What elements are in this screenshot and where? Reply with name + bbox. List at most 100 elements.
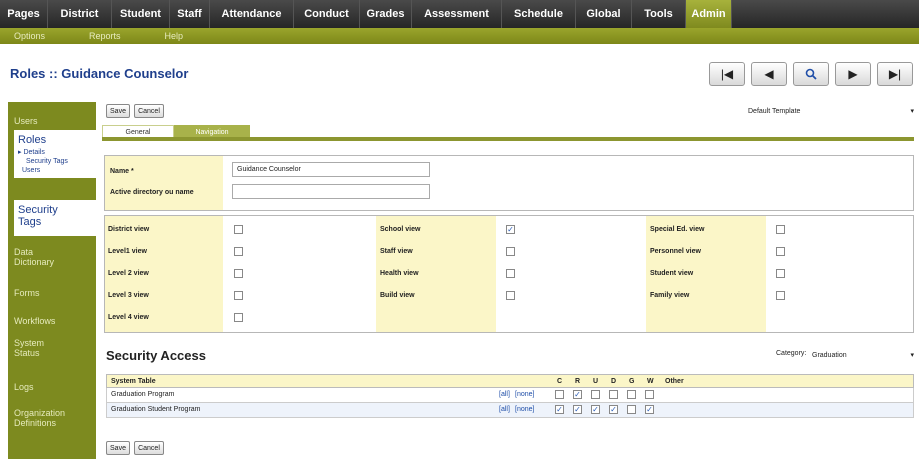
view-label: Student view bbox=[650, 270, 694, 277]
permission-checkbox[interactable] bbox=[627, 390, 636, 399]
first-record-button[interactable]: |◀ bbox=[709, 62, 745, 86]
sidebar-sub-security-tags[interactable]: Security Tags bbox=[26, 158, 92, 165]
view-label: Staff view bbox=[380, 248, 413, 255]
header-u: U bbox=[593, 378, 599, 385]
sidebar: Users Roles ▸ Details Security Tags User… bbox=[8, 102, 96, 459]
record-nav: |◀ ◀ ▶ ▶| bbox=[709, 62, 913, 86]
prev-record-button[interactable]: ◀ bbox=[751, 62, 787, 86]
sidebar-item-system-status[interactable]: System Status bbox=[8, 338, 96, 358]
nav-tab-conduct[interactable]: Conduct bbox=[294, 0, 360, 28]
name-label: Name * bbox=[110, 167, 134, 175]
next-record-button[interactable]: ▶ bbox=[835, 62, 871, 86]
sidebar-definitions-label: Definitions bbox=[14, 418, 57, 428]
permission-checkbox[interactable] bbox=[591, 390, 600, 399]
nav-tab-global[interactable]: Global bbox=[576, 0, 632, 28]
sidebar-organization-label: Organization bbox=[14, 408, 66, 418]
search-button[interactable] bbox=[793, 62, 829, 86]
subnav-help[interactable]: Help bbox=[165, 31, 184, 41]
save-button[interactable]: Save bbox=[106, 104, 130, 118]
cancel-button-bottom[interactable]: Cancel bbox=[134, 441, 164, 455]
chevron-down-icon: ▾ bbox=[910, 352, 914, 359]
category-select[interactable]: Graduation ▾ bbox=[812, 349, 914, 361]
template-select[interactable]: Default Template ▾ bbox=[748, 104, 914, 118]
permission-checkbox[interactable] bbox=[645, 390, 654, 399]
nav-tab-grades[interactable]: Grades bbox=[360, 0, 412, 28]
permission-checkbox[interactable]: ✓ bbox=[573, 405, 582, 414]
nav-tab-pages[interactable]: Pages bbox=[0, 0, 48, 28]
select-all-link[interactable]: [all] bbox=[499, 406, 510, 413]
title-bar: Roles :: Guidance Counselor |◀ ◀ ▶ ▶| bbox=[0, 44, 919, 102]
nav-tab-admin[interactable]: Admin bbox=[686, 0, 732, 28]
subnav-options[interactable]: Options bbox=[14, 31, 45, 41]
view-label: Level 4 view bbox=[108, 314, 149, 321]
name-field[interactable]: Guidance Counselor bbox=[232, 162, 430, 177]
nav-tab-district[interactable]: District bbox=[48, 0, 112, 28]
select-none-link[interactable]: [none] bbox=[515, 406, 534, 413]
permission-checkbox[interactable]: ✓ bbox=[555, 405, 564, 414]
row-name: Graduation Student Program bbox=[111, 406, 201, 413]
cancel-button[interactable]: Cancel bbox=[134, 104, 164, 118]
view-checkbox[interactable] bbox=[506, 269, 515, 278]
view-checkbox[interactable] bbox=[234, 225, 243, 234]
header-other: Other bbox=[665, 378, 684, 385]
category-value: Graduation bbox=[812, 351, 847, 359]
save-button-bottom[interactable]: Save bbox=[106, 441, 130, 455]
sidebar-system-label: System bbox=[14, 338, 45, 348]
sidebar-item-org-definitions[interactable]: Organization Definitions bbox=[8, 408, 96, 428]
nav-tab-staff[interactable]: Staff bbox=[170, 0, 210, 28]
view-checkbox[interactable] bbox=[506, 291, 515, 300]
next-icon: ▶ bbox=[848, 67, 858, 81]
sidebar-sub-details[interactable]: ▸ Details bbox=[18, 148, 92, 156]
view-checkbox[interactable] bbox=[776, 225, 785, 234]
sidebar-sub-users[interactable]: Users bbox=[22, 167, 92, 174]
sidebar-item-workflows[interactable]: Workflows bbox=[8, 316, 96, 326]
view-checkbox[interactable] bbox=[776, 291, 785, 300]
sidebar-item-roles[interactable]: Roles ▸ Details Security Tags Users bbox=[14, 130, 96, 178]
view-label: Health view bbox=[380, 270, 419, 277]
nav-tab-assessment[interactable]: Assessment bbox=[412, 0, 502, 28]
sidebar-item-forms[interactable]: Forms bbox=[8, 288, 96, 298]
sidebar-item-users[interactable]: Users bbox=[8, 116, 96, 126]
view-label: Personnel view bbox=[650, 248, 701, 255]
permission-checkbox[interactable] bbox=[627, 405, 636, 414]
view-checkbox[interactable] bbox=[234, 291, 243, 300]
nav-tab-student[interactable]: Student bbox=[112, 0, 170, 28]
view-checkbox[interactable] bbox=[506, 247, 515, 256]
tab-divider bbox=[102, 137, 914, 141]
sidebar-item-security-tags[interactable]: Security Tags bbox=[14, 200, 96, 236]
nav-tab-attendance[interactable]: Attendance bbox=[210, 0, 294, 28]
view-label: Family view bbox=[650, 292, 690, 299]
view-checkbox[interactable] bbox=[234, 313, 243, 322]
select-none-link[interactable]: [none] bbox=[515, 391, 534, 398]
header-c: C bbox=[557, 378, 563, 385]
view-checkbox[interactable] bbox=[234, 247, 243, 256]
permission-checkbox[interactable] bbox=[555, 390, 564, 399]
header-system-table: System Table bbox=[111, 378, 156, 385]
ad-label: Active directory ou name bbox=[110, 188, 194, 196]
sidebar-item-data-dictionary[interactable]: Data Dictionary bbox=[8, 247, 96, 267]
view-label: Level 2 view bbox=[108, 270, 149, 277]
sidebar-tags-label: Tags bbox=[18, 216, 42, 228]
ad-field[interactable] bbox=[232, 184, 430, 199]
row-name: Graduation Program bbox=[111, 391, 175, 398]
permission-checkbox[interactable]: ✓ bbox=[591, 405, 600, 414]
permission-checkbox[interactable]: ✓ bbox=[573, 390, 582, 399]
sidebar-security-label: Security bbox=[18, 204, 58, 216]
last-record-button[interactable]: ▶| bbox=[877, 62, 913, 86]
nav-tab-schedule[interactable]: Schedule bbox=[502, 0, 576, 28]
nav-tab-tools[interactable]: Tools bbox=[632, 0, 686, 28]
view-checkbox[interactable] bbox=[234, 269, 243, 278]
view-checkbox[interactable]: ✓ bbox=[506, 225, 515, 234]
view-checkbox[interactable] bbox=[776, 247, 785, 256]
view-label: Level 3 view bbox=[108, 292, 149, 299]
view-checkbox[interactable] bbox=[776, 269, 785, 278]
name-panel bbox=[104, 155, 914, 211]
subnav-reports[interactable]: Reports bbox=[89, 31, 121, 41]
view-label: Build view bbox=[380, 292, 415, 299]
last-icon: ▶| bbox=[888, 67, 902, 81]
permission-checkbox[interactable]: ✓ bbox=[609, 405, 618, 414]
select-all-link[interactable]: [all] bbox=[499, 391, 510, 398]
sidebar-item-logs[interactable]: Logs bbox=[8, 382, 96, 392]
permission-checkbox[interactable] bbox=[609, 390, 618, 399]
permission-checkbox[interactable]: ✓ bbox=[645, 405, 654, 414]
